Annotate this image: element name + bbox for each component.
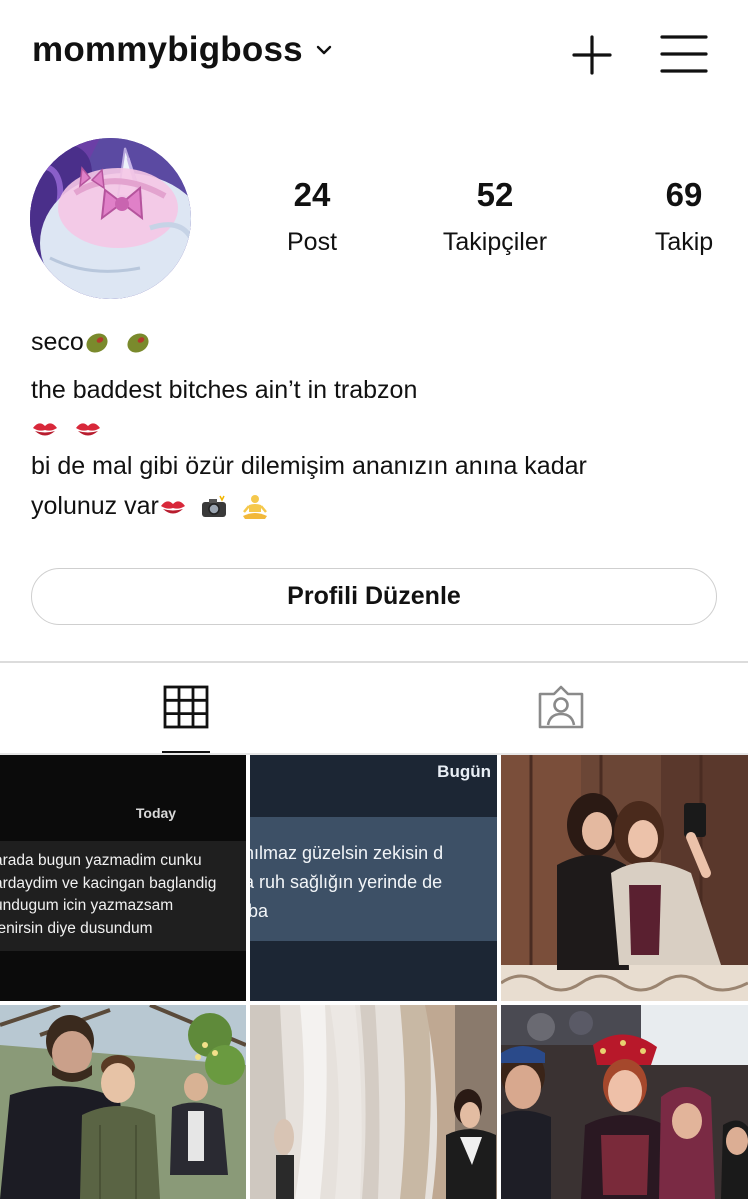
- post-text-line: nılmaz güzelsin zekisin d: [250, 843, 444, 863]
- post-text: arada bugun yazmadim cunku ardaydim ve k…: [0, 850, 246, 940]
- following-label: Takip: [654, 228, 714, 256]
- post-text-line: lenirsin diye dusundum: [0, 919, 153, 937]
- kiss-mark-emoji-icon: [33, 423, 57, 436]
- post-text-header: Bugün: [437, 762, 491, 781]
- stat-posts[interactable]: 24 Post: [262, 172, 362, 262]
- olive-emoji-icon: [86, 333, 108, 353]
- display-name: seco: [31, 328, 84, 356]
- username: mommybigboss: [32, 30, 303, 69]
- stat-followers[interactable]: 52 Takipçiler: [414, 172, 576, 262]
- bio-line-2: [31, 410, 731, 446]
- post-thumbnail[interactable]: [0, 1005, 246, 1199]
- profile-avatar[interactable]: [30, 138, 191, 299]
- grid-icon[interactable]: [162, 684, 210, 730]
- post-text-line: iba: [250, 901, 269, 921]
- bio-line-1: the baddest bitches ain’t in trabzon: [31, 376, 418, 404]
- hamburger-menu-icon[interactable]: [660, 33, 708, 75]
- stat-following[interactable]: 69 Takip: [632, 172, 736, 262]
- post-thumbnail[interactable]: [501, 1005, 748, 1199]
- post-text-line: undugum icin yazmazsam: [0, 897, 174, 914]
- post-thumbnail[interactable]: [501, 755, 748, 1001]
- post-photo: [0, 1005, 246, 1199]
- post-text-header: Today: [135, 805, 177, 821]
- account-switcher[interactable]: mommybigboss: [32, 30, 333, 70]
- followers-label: Takipçiler: [442, 228, 548, 256]
- posts-grid: Today arada bugun yazmadim cunku ardaydi…: [0, 755, 748, 1199]
- followers-count: 52: [476, 176, 514, 213]
- posts-count: 24: [293, 176, 331, 213]
- new-post-plus-icon[interactable]: [570, 33, 614, 77]
- camera-flash-emoji-icon: [201, 496, 226, 518]
- person-meditating-emoji-icon: [242, 495, 267, 520]
- post-thumbnail[interactable]: Bugün nılmaz güzelsin zekisin d a ruh sa…: [250, 755, 497, 1001]
- edit-profile-button[interactable]: Profili Düzenle: [31, 568, 717, 625]
- post-photo: [501, 1005, 748, 1199]
- bio-line-3: bi de mal gibi özür dilemişim ananızın a…: [31, 452, 587, 480]
- following-count: 69: [665, 176, 703, 213]
- tagged-person-icon[interactable]: [536, 684, 586, 730]
- profile-bio: seco the baddest bitches ain’t in trabzo…: [31, 322, 731, 526]
- post-thumbnail[interactable]: Today arada bugun yazmadim cunku ardaydi…: [0, 755, 246, 1001]
- kiss-mark-emoji-icon: [75, 423, 100, 436]
- post-photo: [501, 755, 748, 1001]
- bio-name-line: seco: [31, 322, 731, 362]
- post-text-line: ardaydim ve kacingan baglandig: [0, 874, 217, 892]
- kiss-mark-emoji-icon: [160, 501, 185, 514]
- posts-label: Post: [286, 228, 338, 256]
- bio-line-4: yolunuz var: [31, 486, 731, 526]
- olive-emoji-icon: [127, 333, 149, 353]
- post-photo: [250, 1005, 497, 1199]
- post-text-line: a ruh sağlığın yerinde de: [250, 872, 443, 892]
- post-text-line: arada bugun yazmadim cunku: [0, 852, 202, 869]
- post-text: nılmaz güzelsin zekisin d a ruh sağlığın…: [250, 839, 497, 926]
- bio-line-4-text: yolunuz var: [31, 492, 159, 520]
- chevron-down-icon: [316, 45, 331, 55]
- post-thumbnail[interactable]: [250, 1005, 497, 1199]
- tabs-divider: [0, 661, 748, 663]
- profile-header: mommybigboss: [0, 0, 748, 110]
